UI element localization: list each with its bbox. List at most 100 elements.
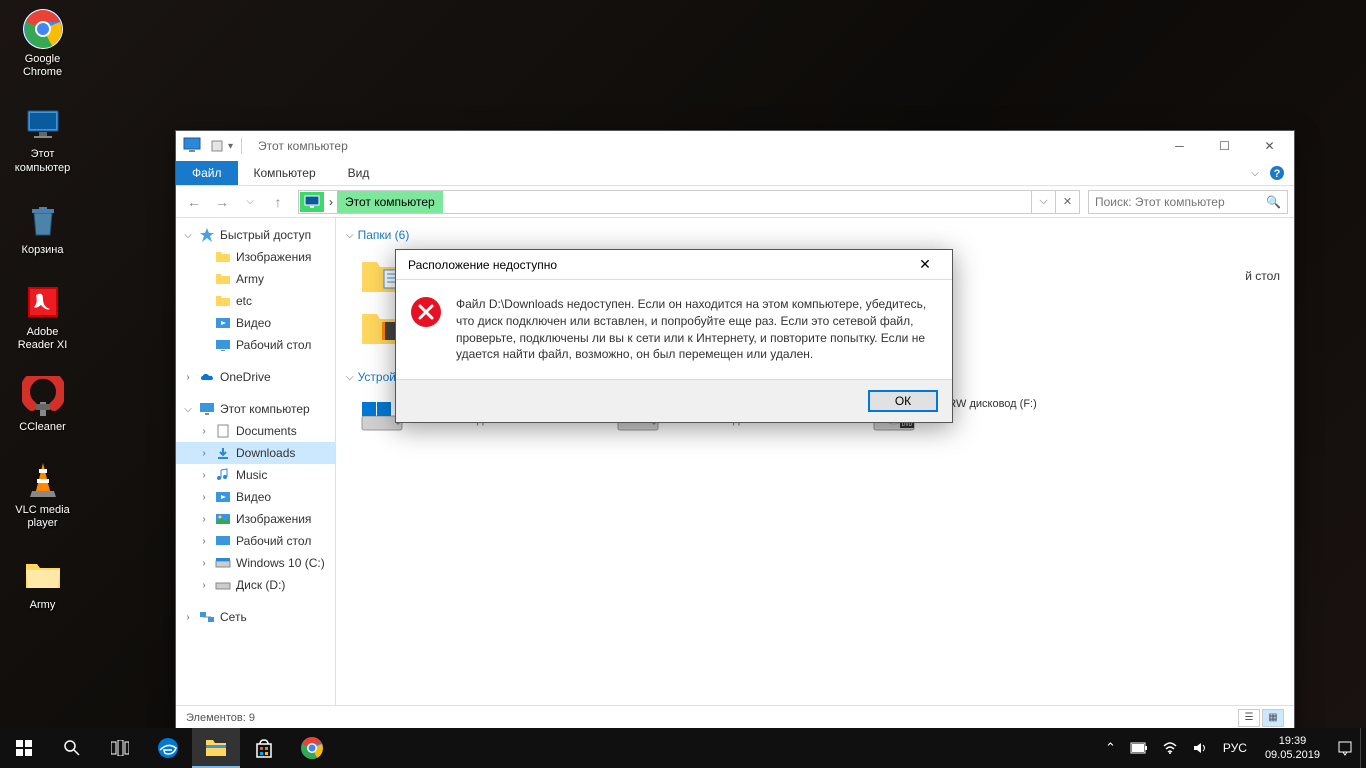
tab-computer[interactable]: Компьютер (238, 161, 332, 185)
view-details-button[interactable]: ☰ (1238, 709, 1260, 727)
help-icon[interactable]: ? (1266, 161, 1288, 185)
taskbar-explorer[interactable] (192, 728, 240, 768)
drive-icon (215, 577, 231, 593)
folder-icon (215, 271, 231, 287)
desktop-icon-ccleaner[interactable]: CCleaner (5, 373, 80, 437)
folder-icon (215, 293, 231, 309)
taskbar: ⌃ РУС 19:39 09.05.2019 (0, 728, 1366, 768)
desktop-icon-recycle-bin[interactable]: Корзина (5, 196, 80, 260)
search-button[interactable] (48, 728, 96, 768)
chevron-down-icon[interactable]: ⌵ (182, 230, 194, 241)
error-dialog: Расположение недоступно ✕ Файл D:\Downlo… (395, 249, 953, 423)
address-pc-icon (300, 192, 324, 212)
tab-file[interactable]: Файл (176, 161, 238, 185)
ribbon-expand-icon[interactable]: ⌵ (1246, 161, 1264, 185)
tree-qa-desktop[interactable]: Рабочий стол (176, 334, 335, 356)
folder-icon (22, 554, 64, 596)
maximize-button[interactable]: ☐ (1202, 132, 1247, 160)
recent-dropdown[interactable]: ⌵ (238, 190, 262, 214)
tree-network[interactable]: ›Сеть (176, 606, 335, 628)
document-icon (215, 423, 231, 439)
back-button[interactable]: ← (182, 190, 206, 214)
desktop-icon-label: Army (30, 599, 56, 612)
tray-notifications-icon[interactable] (1330, 728, 1360, 768)
address-dropdown-icon[interactable]: ⌵ (1031, 191, 1055, 213)
tree-qa-etc[interactable]: etc (176, 290, 335, 312)
tray-time: 19:39 (1265, 734, 1320, 748)
tray-clock[interactable]: 19:39 09.05.2019 (1255, 734, 1330, 763)
view-tiles-button[interactable]: ▦ (1262, 709, 1284, 727)
ok-button[interactable]: ОК (868, 390, 938, 412)
forward-button[interactable]: → (210, 190, 234, 214)
adobe-reader-icon (22, 281, 64, 323)
network-icon (199, 609, 215, 625)
tray-battery-icon[interactable] (1123, 728, 1155, 768)
desktop-icon-label: Этот компьютер (8, 148, 77, 174)
desktop-icon-army-folder[interactable]: Army (5, 551, 80, 615)
tree-documents[interactable]: ›Documents (176, 420, 335, 442)
tree-this-pc[interactable]: ⌵Этот компьютер (176, 398, 335, 420)
tree-quick-access[interactable]: ⌵ Быстрый доступ (176, 224, 335, 246)
tray-date: 09.05.2019 (1265, 748, 1320, 762)
window-title: Этот компьютер (258, 139, 348, 153)
task-view-button[interactable] (96, 728, 144, 768)
dialog-titlebar[interactable]: Расположение недоступно ✕ (396, 250, 952, 280)
tree-qa-army[interactable]: Army (176, 268, 335, 290)
section-folders[interactable]: ⌵ Папки (6) (346, 228, 1284, 242)
tree-drive-d[interactable]: ›Диск (D:) (176, 574, 335, 596)
start-button[interactable] (0, 728, 48, 768)
desktop-icon-this-pc[interactable]: Этот компьютер (5, 100, 80, 177)
dialog-close-button[interactable]: ✕ (910, 251, 940, 279)
taskbar-store[interactable] (240, 728, 288, 768)
desktop-icon-vlc[interactable]: VLC media player (5, 456, 80, 533)
chevron-right-icon[interactable]: › (182, 372, 194, 383)
tree-images[interactable]: ›Изображения (176, 508, 335, 530)
qat-dropdown-icon[interactable]: ▾ (228, 141, 233, 152)
desktop-icon-chrome[interactable]: Google Chrome (5, 5, 80, 82)
monitor-icon (22, 103, 64, 145)
titlebar[interactable]: ▾ Этот компьютер ─ ☐ ✕ (176, 131, 1294, 161)
qat-properties-icon[interactable] (210, 139, 224, 153)
dialog-title-text: Расположение недоступно (408, 258, 557, 272)
tray-volume-icon[interactable] (1185, 728, 1215, 768)
dialog-message: Файл D:\Downloads недоступен. Если он на… (456, 296, 934, 363)
tree-music[interactable]: ›Music (176, 464, 335, 486)
images-icon (215, 511, 231, 527)
address-bar[interactable]: › Этот компьютер ⌵ ✕ (298, 190, 1080, 214)
tree-desktop[interactable]: ›Рабочий стол (176, 530, 335, 552)
chevron-down-icon[interactable]: ⌵ (182, 404, 194, 415)
tree-qa-images[interactable]: Изображения (176, 246, 335, 268)
up-button[interactable]: ↑ (266, 190, 290, 214)
status-bar: Элементов: 9 ☰ ▦ (176, 705, 1294, 729)
svg-text:?: ? (1274, 168, 1281, 180)
tree-drive-c[interactable]: ›Windows 10 (C:) (176, 552, 335, 574)
search-icon[interactable]: 🔍 (1266, 195, 1281, 209)
show-desktop-button[interactable] (1360, 728, 1366, 768)
tree-qa-video[interactable]: Видео (176, 312, 335, 334)
tab-view[interactable]: Вид (332, 161, 386, 185)
search-input[interactable] (1095, 195, 1266, 209)
chevron-down-icon: ⌵ (346, 230, 354, 241)
folder-item-desktop[interactable]: й стол (1241, 252, 1284, 300)
refresh-button[interactable]: ✕ (1055, 191, 1079, 213)
taskbar-chrome[interactable] (288, 728, 336, 768)
minimize-button[interactable]: ─ (1157, 132, 1202, 160)
desktop-icon (215, 533, 231, 549)
breadcrumb-this-pc[interactable]: Этот компьютер (337, 191, 443, 213)
tree-video[interactable]: ›Видео (176, 486, 335, 508)
tray-wifi-icon[interactable] (1155, 728, 1185, 768)
taskbar-edge[interactable] (144, 728, 192, 768)
close-button[interactable]: ✕ (1247, 132, 1292, 160)
video-icon (215, 315, 231, 331)
vlc-icon (22, 459, 64, 501)
desktop-icon-adobe-reader[interactable]: Adobe Reader XI (5, 278, 80, 355)
onedrive-icon (199, 369, 215, 385)
desktop-icon-label: VLC media player (8, 504, 77, 530)
tray-show-hidden-icon[interactable]: ⌃ (1098, 728, 1123, 768)
tree-onedrive[interactable]: ›OneDrive (176, 366, 335, 388)
tree-downloads[interactable]: ›Downloads (176, 442, 335, 464)
ribbon-tabs: Файл Компьютер Вид ⌵ ? (176, 161, 1294, 186)
music-icon (215, 467, 231, 483)
tray-language[interactable]: РУС (1215, 741, 1255, 755)
search-box[interactable]: 🔍 (1088, 190, 1288, 214)
